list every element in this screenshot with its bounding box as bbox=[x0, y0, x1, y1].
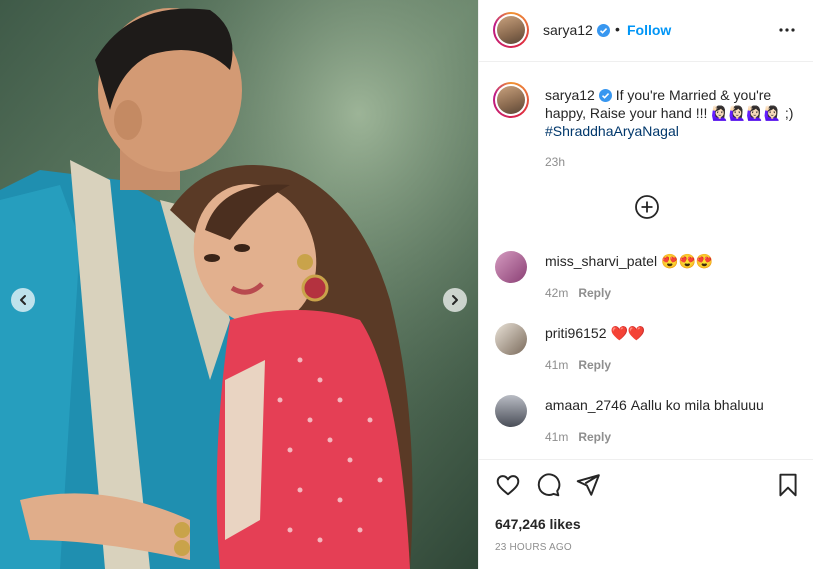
author-avatar[interactable] bbox=[493, 12, 529, 48]
reply-button[interactable]: Reply bbox=[578, 358, 611, 372]
commenter-avatar[interactable] bbox=[495, 323, 527, 355]
comment-body: miss_sharvi_patel 😍😍😍 bbox=[545, 253, 713, 270]
likes-count[interactable]: 647,246 likes bbox=[495, 516, 581, 532]
next-photo-button[interactable] bbox=[443, 288, 467, 312]
comment-time: 42m bbox=[545, 286, 569, 300]
chevron-left-icon bbox=[20, 295, 26, 305]
post-modal: sarya12 • Follow sarya12 If you're Marri… bbox=[0, 0, 813, 569]
caption-username[interactable]: sarya12 bbox=[545, 87, 595, 103]
reply-button[interactable]: Reply bbox=[578, 430, 611, 444]
comment-item: miss_sharvi_patel 😍😍😍 42m Reply bbox=[479, 247, 813, 311]
post-sidebar: sarya12 • Follow sarya12 If you're Marri… bbox=[478, 0, 813, 569]
add-comment-icon[interactable] bbox=[634, 194, 660, 220]
comment-item: priti96152 ❤️❤️ 41m Reply bbox=[479, 319, 813, 383]
commenter-avatar[interactable] bbox=[495, 395, 527, 427]
caption-author-avatar[interactable] bbox=[493, 82, 529, 118]
header-separator: • bbox=[615, 21, 620, 37]
comment-icon[interactable] bbox=[535, 472, 561, 498]
comment-item: amaan_2746 Aallu ko mila bhaluuu 41m Reply bbox=[479, 391, 813, 455]
previous-photo-button[interactable] bbox=[11, 288, 35, 312]
comment-text: Aallu ko mila bhaluuu bbox=[630, 397, 764, 413]
post-photo[interactable] bbox=[0, 0, 478, 569]
caption-section: sarya12 If you're Married & you're happy… bbox=[479, 62, 813, 459]
comment-username[interactable]: priti96152 bbox=[545, 325, 607, 341]
comment-username[interactable]: amaan_2746 bbox=[545, 397, 627, 413]
comment-meta: 41m Reply bbox=[545, 358, 611, 372]
caption-hashtag[interactable]: #ShraddhaAryaNagal bbox=[545, 123, 679, 139]
share-icon[interactable] bbox=[575, 472, 601, 498]
chevron-right-icon bbox=[452, 295, 458, 305]
verified-badge-icon bbox=[598, 89, 612, 102]
comment-body: priti96152 ❤️❤️ bbox=[545, 325, 645, 342]
more-icon[interactable] bbox=[777, 20, 797, 40]
author-username[interactable]: sarya12 bbox=[543, 22, 593, 38]
bookmark-icon[interactable] bbox=[775, 472, 801, 498]
comment-meta: 41m Reply bbox=[545, 430, 611, 444]
commenter-avatar[interactable] bbox=[495, 251, 527, 283]
comment-text: 😍😍😍 bbox=[661, 253, 714, 269]
heart-icon[interactable] bbox=[495, 472, 521, 498]
comment-body: amaan_2746 Aallu ko mila bhaluuu bbox=[545, 397, 764, 413]
couple-photo bbox=[0, 0, 478, 569]
comment-time: 41m bbox=[545, 358, 569, 372]
comment-time: 41m bbox=[545, 430, 569, 444]
post-timestamp[interactable]: 23 HOURS AGO bbox=[495, 542, 572, 553]
caption: sarya12 If you're Married & you're happy… bbox=[545, 86, 799, 140]
comment-meta: 42m Reply bbox=[545, 286, 611, 300]
comment-username[interactable]: miss_sharvi_patel bbox=[545, 253, 657, 269]
comment-text: ❤️❤️ bbox=[610, 325, 646, 341]
reply-button[interactable]: Reply bbox=[578, 286, 611, 300]
caption-time: 23h bbox=[545, 155, 566, 169]
author-username-line: sarya12 bbox=[543, 22, 610, 38]
verified-badge-icon bbox=[596, 24, 610, 37]
post-actions: 647,246 likes 23 HOURS AGO bbox=[479, 459, 813, 569]
post-header: sarya12 • Follow bbox=[479, 0, 813, 62]
follow-button[interactable]: Follow bbox=[627, 22, 671, 38]
